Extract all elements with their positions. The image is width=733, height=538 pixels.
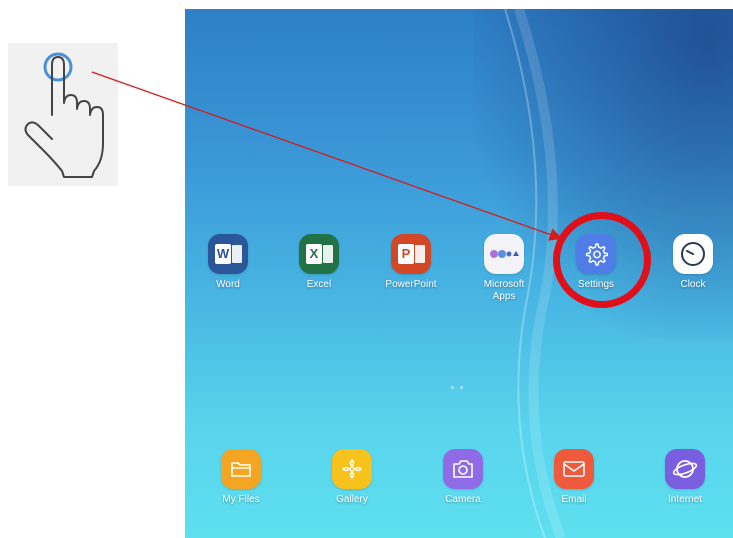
page-indicator: [451, 386, 463, 389]
settings-highlight-ring: [553, 212, 651, 308]
app-label-gallery: Gallery: [336, 494, 368, 505]
app-internet[interactable]: Internet: [645, 449, 725, 506]
app-gallery[interactable]: Gallery: [312, 449, 392, 506]
camera-icon: [443, 449, 483, 489]
powerpoint-icon: P: [391, 234, 431, 274]
app-label-clock: Clock: [680, 279, 706, 290]
word-icon: W: [208, 234, 248, 274]
folder-icon: [221, 449, 261, 489]
tap-hand-icon: [24, 52, 104, 178]
app-clock[interactable]: Clock: [653, 234, 733, 291]
app-label-my-files: My Files: [222, 494, 260, 505]
powerpoint-letter: P: [398, 244, 414, 264]
microsoft-apps-folder-icon: [484, 234, 524, 274]
app-microsoft-apps[interactable]: Microsoft Apps: [464, 234, 544, 303]
app-excel[interactable]: X Excel: [279, 234, 359, 291]
app-camera[interactable]: Camera: [423, 449, 503, 506]
app-label-microsoft-apps: Microsoft Apps: [483, 279, 525, 302]
word-letter: W: [215, 244, 231, 264]
app-powerpoint[interactable]: P PowerPoint: [371, 234, 451, 291]
app-label-internet: Internet: [668, 494, 702, 505]
clock-icon: [673, 234, 713, 274]
app-label-email: Email: [561, 494, 587, 505]
app-word[interactable]: W Word: [188, 234, 268, 291]
excel-letter: X: [306, 244, 322, 264]
app-label-excel: Excel: [306, 279, 332, 290]
excel-icon: X: [299, 234, 339, 274]
app-label-word: Word: [216, 279, 240, 290]
app-email[interactable]: Email: [534, 449, 614, 506]
tablet-home-screen: W Word X Excel P PowerPoint Microsoft Ap…: [185, 9, 733, 538]
envelope-icon: [554, 449, 594, 489]
app-label-powerpoint: PowerPoint: [385, 279, 437, 290]
globe-icon: [665, 449, 705, 489]
gallery-icon: [332, 449, 372, 489]
app-my-files[interactable]: My Files: [201, 449, 281, 506]
app-label-camera: Camera: [445, 494, 481, 505]
tap-gesture-illustration: [8, 43, 118, 186]
